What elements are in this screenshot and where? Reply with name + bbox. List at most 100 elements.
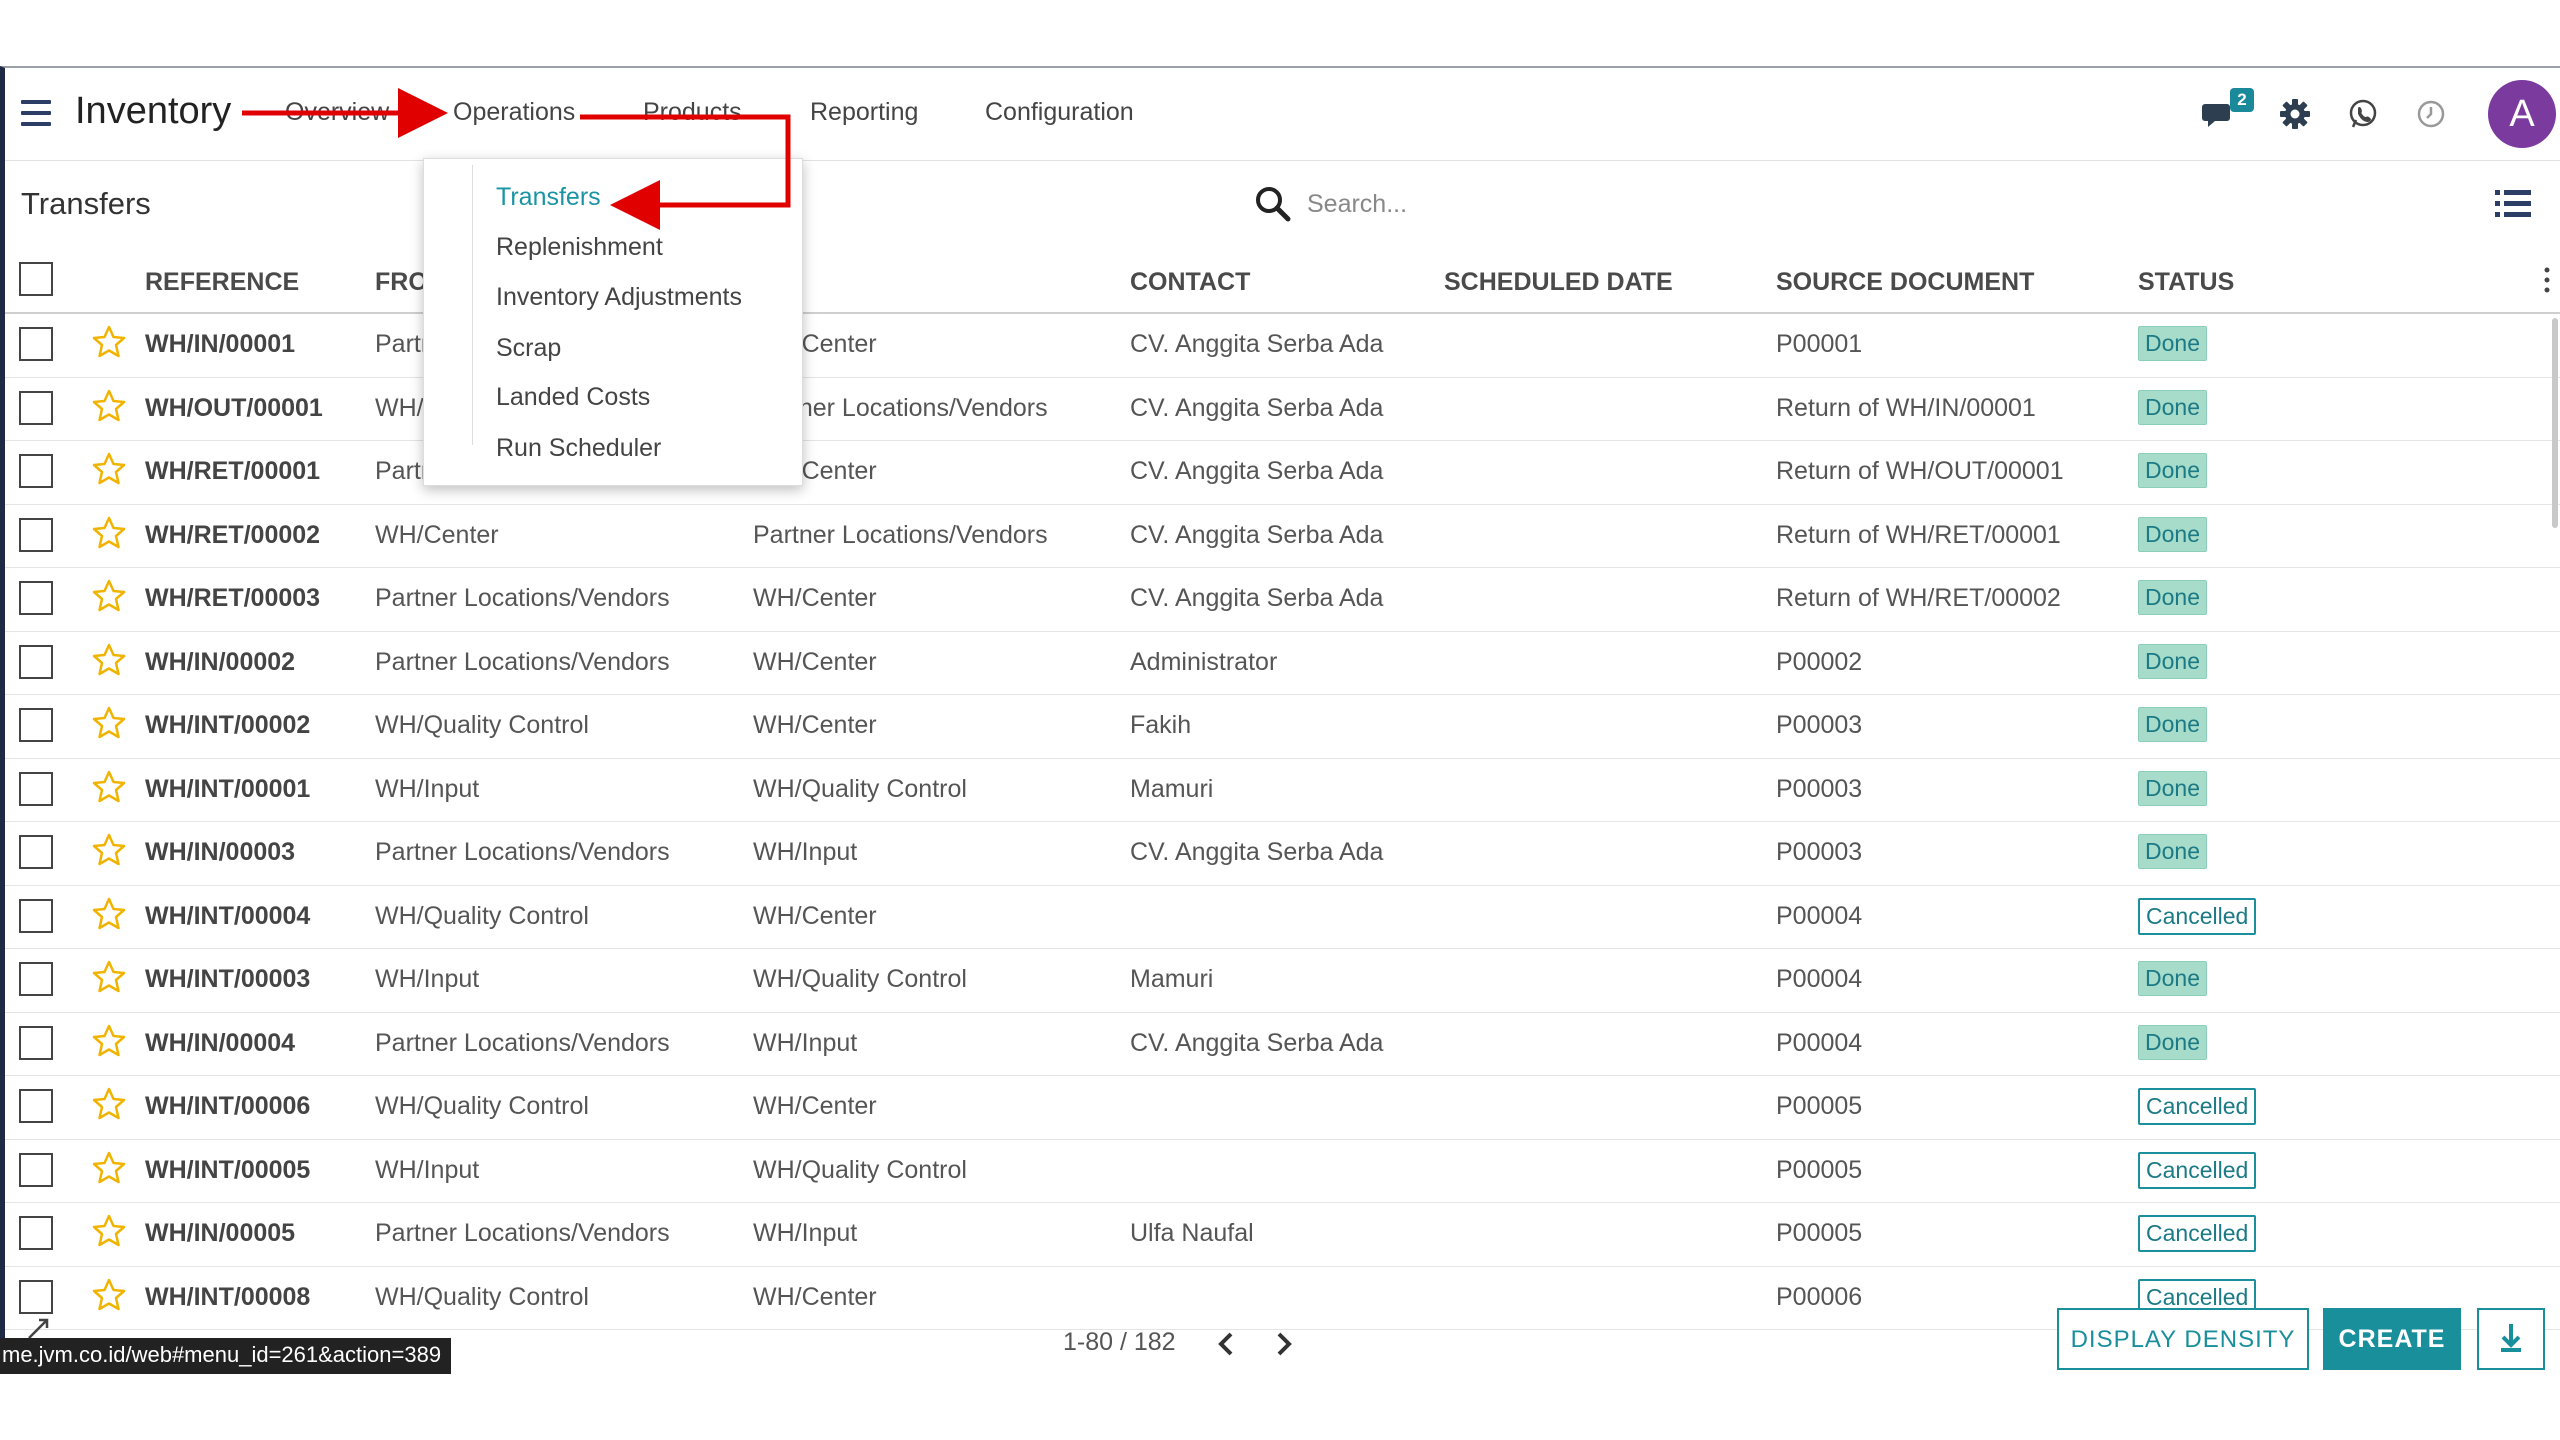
dropdown-item-run-scheduler[interactable]: Run Scheduler — [496, 434, 661, 463]
menu-overview[interactable]: Overview — [285, 98, 389, 127]
star-icon[interactable] — [91, 388, 127, 424]
star-icon[interactable] — [91, 1086, 127, 1122]
status-badge: Cancelled — [2138, 897, 2257, 935]
dropdown-item-inventory-adjustments[interactable]: Inventory Adjustments — [496, 283, 742, 312]
row-checkbox[interactable] — [19, 581, 53, 615]
row-checkbox[interactable] — [19, 644, 53, 679]
menu-configuration[interactable]: Configuration — [985, 98, 1134, 127]
table-row[interactable]: WH/IN/00003 Partner Locations/Vendors WH/I… — [5, 822, 2560, 886]
table-row[interactable]: WH/RET/00001Partner Locations/VendorsWH/… — [5, 441, 2560, 505]
reference-cell: WH/INT/00005 — [145, 1155, 311, 1184]
table-row[interactable]: WH/IN/00001Partner Locations/VendorsWH/C… — [5, 314, 2560, 378]
header-reference[interactable]: REFERENCE — [145, 268, 299, 297]
reference-cell: WH/OUT/00001 — [145, 393, 323, 422]
table-row[interactable]: WH/INT/00005 WH/Input WH/Quality Control P0… — [5, 1140, 2560, 1203]
header-status[interactable]: STATUS — [2138, 268, 2234, 297]
header-contact[interactable]: CONTACT — [1130, 268, 1250, 297]
star-icon[interactable] — [91, 1150, 127, 1186]
list-view-icon[interactable] — [2495, 188, 2531, 220]
user-avatar[interactable]: A — [2488, 80, 2556, 148]
status-badge: Cancelled — [2138, 1151, 2257, 1189]
row-checkbox[interactable] — [19, 835, 53, 869]
table-row[interactable]: WH/RET/00002 WH/Center Partner Locations/V… — [5, 505, 2560, 568]
menu-products[interactable]: Products — [643, 98, 742, 127]
status-badge: Done — [2138, 453, 2207, 488]
scrollbar[interactable] — [2552, 318, 2558, 528]
star-icon[interactable] — [91, 578, 127, 614]
search-input[interactable] — [1305, 182, 2189, 226]
menu-operations[interactable]: Operations — [453, 98, 575, 127]
reference-cell: WH/INT/00003 — [145, 965, 311, 993]
row-checkbox[interactable] — [19, 390, 53, 425]
table-row[interactable]: WH/OUT/00001WH/CenterPartner Locations/V… — [5, 378, 2560, 441]
create-button[interactable]: CREATE — [2323, 1308, 2461, 1370]
row-checkbox[interactable] — [19, 517, 53, 552]
reference-cell: WH/INT/00002 — [145, 711, 311, 739]
operations-dropdown: Transfers Replenishment Inventory Adjust… — [423, 158, 803, 486]
chevron-right-icon[interactable] — [1269, 1330, 1297, 1358]
row-checkbox[interactable] — [19, 1152, 53, 1187]
table-row[interactable]: WH/INT/00002 WH/Quality Control WH/Center F… — [5, 695, 2560, 759]
display-density-button[interactable]: DISPLAY DENSITY — [2057, 1308, 2309, 1370]
column-options-icon[interactable] — [2544, 266, 2550, 294]
to-cell: WH/Center — [753, 711, 877, 739]
reference-cell: WH/IN/00003 — [145, 838, 296, 866]
gear-icon[interactable] — [2277, 96, 2313, 132]
pager-value[interactable]: 1-80 / 182 — [1063, 1328, 1176, 1357]
browser-status-url: me.jvm.co.id/web#menu_id=261&action=389 — [0, 1338, 452, 1374]
star-icon[interactable] — [91, 642, 127, 678]
star-icon[interactable] — [91, 769, 127, 805]
row-checkbox[interactable] — [19, 327, 53, 361]
chat-badge: 2 — [2230, 88, 2254, 112]
dropdown-item-transfers[interactable]: Transfers — [496, 183, 601, 212]
dropdown-item-scrap[interactable]: Scrap — [496, 334, 561, 363]
hamburger-menu-icon[interactable] — [21, 100, 51, 126]
star-icon[interactable] — [91, 515, 127, 551]
dropdown-item-replenishment[interactable]: Replenishment — [496, 233, 663, 262]
clock-icon[interactable] — [2413, 96, 2449, 132]
row-checkbox[interactable] — [19, 454, 53, 488]
to-cell: WH/Quality Control — [753, 965, 967, 993]
star-icon[interactable] — [91, 832, 127, 868]
row-checkbox[interactable] — [19, 898, 53, 933]
reference-cell: WH/RET/00003 — [145, 584, 321, 612]
star-icon[interactable] — [91, 1213, 127, 1249]
star-icon[interactable] — [91, 1023, 127, 1059]
dropdown-item-landed-costs[interactable]: Landed Costs — [496, 383, 650, 412]
app-title[interactable]: Inventory — [75, 90, 231, 133]
chevron-left-icon[interactable] — [1213, 1330, 1241, 1358]
dropdown-divider — [472, 165, 473, 445]
row-checkbox[interactable] — [19, 1089, 53, 1123]
source-document-cell: P00004 — [1776, 901, 1863, 930]
download-button[interactable] — [2477, 1308, 2545, 1370]
table-row[interactable]: WH/INT/00006 WH/Quality Control WH/Center P… — [5, 1076, 2560, 1140]
menu-reporting[interactable]: Reporting — [810, 98, 918, 127]
reference-cell: WH/INT/00004 — [145, 901, 311, 930]
table-row[interactable]: WH/INT/00004 WH/Quality Control WH/Center P… — [5, 886, 2560, 949]
table-row[interactable]: WH/IN/00002 Partner Locations/Vendors WH/C… — [5, 632, 2560, 695]
search-icon[interactable] — [1253, 184, 1293, 224]
table-row[interactable]: WH/IN/00004 Partner Locations/Vendors WH/I… — [5, 1013, 2560, 1076]
row-checkbox[interactable] — [19, 771, 53, 806]
table-row[interactable]: WH/INT/00001 WH/Input WH/Quality Control Ma… — [5, 759, 2560, 822]
row-checkbox[interactable] — [19, 708, 53, 742]
star-icon[interactable] — [91, 705, 127, 741]
star-icon[interactable] — [91, 896, 127, 932]
table-row[interactable]: WH/IN/00005 Partner Locations/Vendors WH/I… — [5, 1203, 2560, 1267]
row-checkbox[interactable] — [19, 1216, 53, 1250]
star-icon[interactable] — [91, 451, 127, 487]
header-source-document[interactable]: SOURCE DOCUMENT — [1776, 268, 2034, 297]
row-checkbox[interactable] — [19, 1025, 53, 1060]
from-cell: WH/Input — [375, 1155, 480, 1184]
table-row[interactable]: WH/RET/00003 Partner Locations/Vendors WH/… — [5, 568, 2560, 632]
star-icon[interactable] — [91, 324, 127, 360]
star-icon[interactable] — [91, 959, 127, 995]
table-row[interactable]: WH/INT/00003 WH/Input WH/Quality Control Ma… — [5, 949, 2560, 1013]
source-document-cell: P00003 — [1776, 774, 1863, 803]
select-all-checkbox[interactable] — [19, 262, 53, 296]
row-checkbox[interactable] — [19, 962, 53, 996]
whatsapp-icon[interactable] — [2345, 96, 2381, 132]
contact-cell: CV. Anggita Serba Ada — [1130, 838, 1384, 866]
table-header: REFERENCE FROM TO CONTACT SCHEDULED DATE… — [5, 250, 2560, 314]
header-scheduled-date[interactable]: SCHEDULED DATE — [1444, 268, 1673, 297]
